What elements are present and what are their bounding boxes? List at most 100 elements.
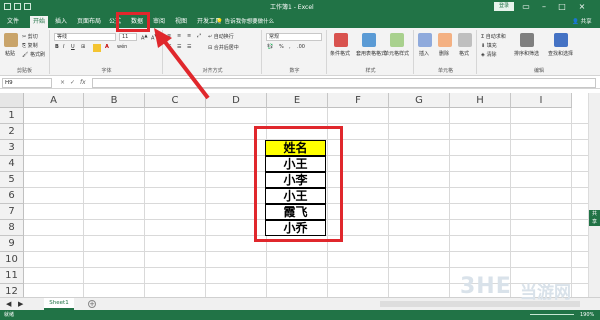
paste-button[interactable]: 粘贴 <box>5 50 15 57</box>
column-header[interactable]: I <box>511 93 572 108</box>
prev-sheet-icon[interactable]: ◀ <box>6 300 11 308</box>
conditional-format-button[interactable]: 条件格式 <box>330 50 350 57</box>
italic-icon[interactable]: I <box>63 44 64 50</box>
bold-icon[interactable]: B <box>55 44 59 50</box>
find-select-icon[interactable] <box>554 33 568 47</box>
column-header[interactable]: H <box>450 93 511 108</box>
phonetic-icon[interactable]: wén <box>117 44 127 50</box>
editing-group-label: 编辑 <box>533 68 544 74</box>
row-header[interactable]: 11 <box>0 268 24 284</box>
cells-group: 插入 删除 格式 单元格 <box>415 30 477 74</box>
format-cells-button[interactable]: 格式 <box>459 50 469 57</box>
styles-group: 条件格式 套用表格格式 单元格样式 样式 <box>328 30 414 74</box>
sort-filter-icon[interactable] <box>520 33 534 47</box>
select-all-corner[interactable] <box>0 93 24 108</box>
font-color-icon[interactable]: A <box>105 44 109 50</box>
font-group-label: 字体 <box>101 68 112 74</box>
row-header[interactable]: 3 <box>0 140 24 156</box>
fill-color-icon[interactable] <box>93 44 101 52</box>
undo-icon[interactable] <box>14 3 21 10</box>
tab-page-layout[interactable]: 页面布局 <box>74 16 104 28</box>
currency-icon[interactable]: 💱 <box>267 44 273 50</box>
redo-icon[interactable] <box>24 3 31 10</box>
conditional-format-icon[interactable] <box>334 33 348 47</box>
autosum-button[interactable]: Σ 自动求和 <box>481 33 506 40</box>
login-button[interactable]: 登录 <box>494 2 514 11</box>
watermark: 3HE 当游网 <box>460 270 596 304</box>
row-header[interactable]: 4 <box>0 156 24 172</box>
delete-cells-icon[interactable] <box>438 33 452 47</box>
clear-button[interactable]: ◈ 清除 <box>481 51 496 58</box>
font-size-dropdown[interactable]: 11 <box>119 33 137 41</box>
ribbon-tabs: 文件 开始 插入 页面布局 公式 数据 审阅 视图 开发工具 💡 告诉我你想要做… <box>0 14 600 28</box>
save-icon[interactable] <box>4 3 11 10</box>
grow-font-icon[interactable]: A▲ <box>141 33 148 42</box>
format-as-table-icon[interactable] <box>362 33 376 47</box>
fx-icon[interactable]: fx <box>80 79 86 86</box>
watermark-text: 当游网 <box>520 283 571 303</box>
row-header[interactable]: 2 <box>0 124 24 140</box>
tab-home[interactable]: 开始 <box>30 16 49 28</box>
next-sheet-icon[interactable]: ▶ <box>18 300 23 308</box>
border-icon[interactable]: ⊞ <box>81 44 85 50</box>
column-header[interactable]: G <box>389 93 450 108</box>
share-button[interactable]: 👤 共享 <box>572 17 592 25</box>
quick-access-toolbar <box>4 3 44 11</box>
add-sheet-icon[interactable]: + <box>88 300 96 308</box>
insert-cells-button[interactable]: 插入 <box>419 50 429 57</box>
column-header[interactable]: F <box>328 93 389 108</box>
close-icon[interactable]: × <box>576 1 588 12</box>
column-header[interactable]: A <box>24 93 84 108</box>
row-header[interactable]: 6 <box>0 188 24 204</box>
format-cells-icon[interactable] <box>458 33 472 47</box>
confirm-icon[interactable]: ✓ <box>70 79 75 86</box>
row-gridline <box>24 251 588 252</box>
tab-file[interactable]: 文件 <box>4 16 22 28</box>
tell-me-search[interactable]: 💡 告诉我你想要做什么 <box>216 17 274 25</box>
ribbon-display-icon[interactable]: ▭ <box>520 1 532 12</box>
cut-button[interactable]: ✂ 剪切 <box>22 33 38 40</box>
clear-label: 清除 <box>486 52 497 58</box>
sort-filter-button[interactable]: 排序和筛选 <box>514 50 539 57</box>
maximize-icon[interactable]: □ <box>556 1 568 12</box>
row-header[interactable]: 10 <box>0 252 24 268</box>
insert-cells-icon[interactable] <box>418 33 432 47</box>
zoom-level[interactable]: 190% <box>580 310 594 320</box>
cell-styles-button[interactable]: 单元格样式 <box>384 50 409 57</box>
copy-button[interactable]: ⎘ 复制 <box>22 42 38 49</box>
comma-icon[interactable]: , <box>289 44 291 50</box>
fill-button[interactable]: ⬇ 填充 <box>481 42 497 49</box>
row-header[interactable]: 9 <box>0 236 24 252</box>
row-gridline <box>24 267 588 268</box>
tab-view[interactable]: 视图 <box>172 16 190 28</box>
percent-icon[interactable]: % <box>279 44 284 50</box>
column-header[interactable]: E <box>267 93 328 108</box>
delete-cells-button[interactable]: 删除 <box>439 50 449 57</box>
tab-review[interactable]: 审阅 <box>150 16 168 28</box>
cell-styles-icon[interactable] <box>390 33 404 47</box>
tell-me-text: 告诉我你想要做什么 <box>224 19 275 25</box>
row-header[interactable]: 1 <box>0 108 24 124</box>
row-header[interactable]: 7 <box>0 204 24 220</box>
row-header[interactable]: 8 <box>0 220 24 236</box>
underline-icon[interactable]: U <box>71 44 75 50</box>
vertical-scrollbar[interactable] <box>588 93 600 297</box>
row-header[interactable]: 5 <box>0 172 24 188</box>
name-box[interactable]: H9 <box>2 78 52 88</box>
format-painter-button[interactable]: 🖌 格式刷 <box>22 51 45 58</box>
format-as-table-button[interactable]: 套用表格格式 <box>356 50 386 57</box>
sheet-tab[interactable]: Sheet1 <box>44 298 74 310</box>
decimal-icon[interactable]: .00 <box>297 44 305 50</box>
font-name-dropdown[interactable]: 等线 <box>54 33 116 41</box>
formula-bar: H9 × ✓ fx <box>0 77 600 89</box>
tab-insert[interactable]: 插入 <box>52 16 70 28</box>
number-format-dropdown[interactable]: 常规 <box>266 33 322 41</box>
paste-icon[interactable] <box>4 33 18 47</box>
cancel-icon[interactable]: × <box>60 79 65 86</box>
row-header[interactable]: 12 <box>0 284 24 297</box>
find-select-button[interactable]: 查找和选择 <box>548 50 573 57</box>
share-side-button[interactable]: 共享 <box>589 210 600 226</box>
column-header[interactable]: B <box>84 93 145 108</box>
minimize-icon[interactable]: – <box>538 1 550 12</box>
zoom-slider[interactable] <box>530 314 574 315</box>
